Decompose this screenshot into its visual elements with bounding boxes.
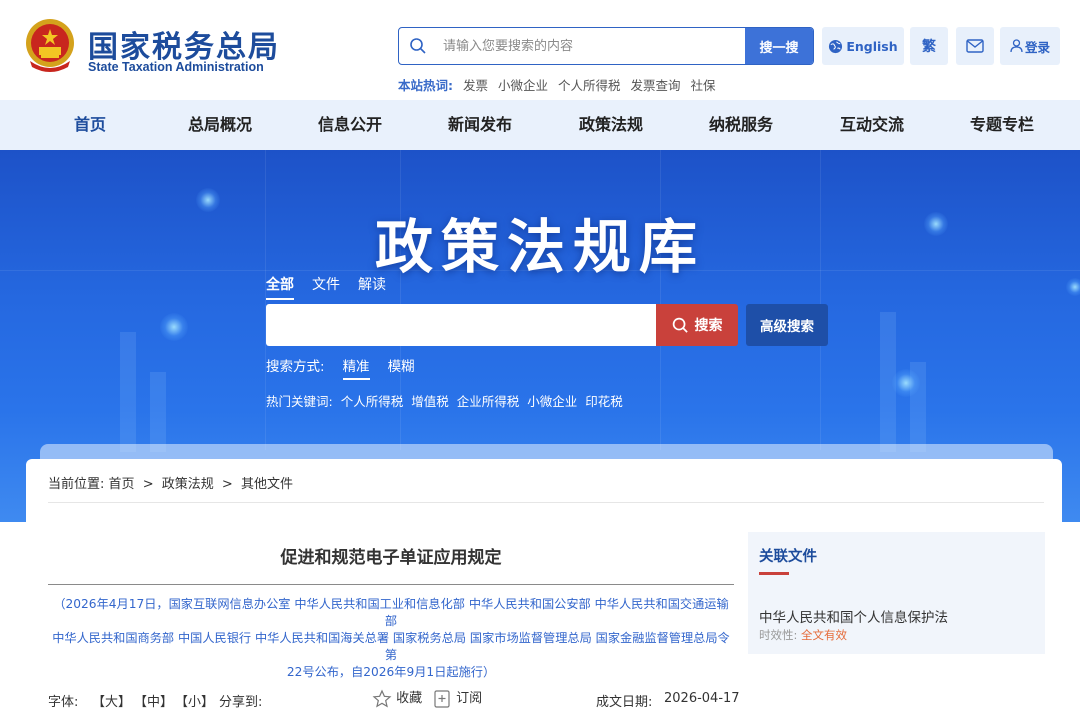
breadcrumb-separator: >	[221, 477, 233, 492]
tab-interpretations[interactable]: 解读	[358, 274, 386, 300]
breadcrumb-separator: >	[142, 477, 154, 492]
banner-decor-line	[660, 150, 661, 450]
hot-word-link[interactable]: 社保	[690, 78, 715, 93]
english-label: English	[846, 38, 898, 54]
nav-item-home[interactable]: 首页	[35, 100, 145, 150]
banner-decor-line	[820, 150, 821, 450]
nav-item-policy[interactable]: 政策法规	[556, 100, 666, 150]
login-button[interactable]: 登录	[1000, 27, 1060, 65]
breadcrumb-policy[interactable]: 政策法规	[162, 477, 214, 492]
banner-tabs: 全部 文件 解读	[266, 274, 386, 300]
mail-icon	[966, 39, 984, 53]
nav-item-tax-service[interactable]: 纳税服务	[686, 100, 796, 150]
tab-documents[interactable]: 文件	[312, 274, 340, 300]
hot-word-link[interactable]: 个人所得税	[558, 78, 621, 93]
hot-keyword-link[interactable]: 个人所得税	[341, 394, 404, 409]
date-label: 成文日期:	[596, 695, 653, 710]
favorite-label: 收藏	[396, 691, 423, 706]
site-search-button[interactable]: 搜一搜	[745, 28, 813, 64]
subscribe-icon	[434, 689, 450, 708]
hot-keyword-link[interactable]: 增值税	[411, 394, 449, 409]
banner-glow	[892, 369, 920, 397]
banner-glow	[160, 313, 188, 341]
english-button[interactable]: English	[822, 27, 904, 65]
nav-item-overview[interactable]: 总局概况	[165, 100, 275, 150]
login-label: 登录	[1024, 39, 1050, 55]
hot-keyword-link[interactable]: 小微企业	[527, 394, 577, 409]
issuance-info-line: 22号公布，自2026年9月1日起施行）	[286, 665, 496, 679]
tab-all[interactable]: 全部	[266, 274, 294, 300]
hot-word-link[interactable]: 发票	[463, 78, 488, 93]
hot-words-label: 本站热词:	[398, 78, 453, 93]
hot-keyword-link[interactable]: 企业所得税	[457, 394, 520, 409]
related-documents-panel: 关联文件 中华人民共和国个人信息保护法 时效性: 全文有效	[748, 532, 1045, 654]
star-icon	[372, 689, 392, 708]
search-icon	[410, 38, 426, 54]
related-document-link[interactable]: 中华人民共和国个人信息保护法	[759, 606, 948, 626]
policy-search-input[interactable]	[266, 304, 656, 346]
related-documents-title: 关联文件	[759, 549, 817, 565]
mail-button[interactable]	[956, 27, 994, 65]
nav-item-info-disclosure[interactable]: 信息公开	[295, 100, 405, 150]
font-size-large[interactable]: 【大】	[92, 691, 131, 710]
font-size-small[interactable]: 【小】	[175, 691, 214, 710]
site-search-input[interactable]	[443, 28, 743, 64]
hot-keyword-link[interactable]: 印花税	[585, 394, 623, 409]
policy-search-label: 搜索	[694, 318, 723, 334]
document-title: 促进和规范电子单证应用规定	[280, 548, 502, 568]
issuance-info-line: 中华人民共和国商务部 中国人民银行 中华人民共和国海关总署 国家税务总局 国家市…	[52, 631, 730, 662]
mode-fuzzy[interactable]: 模糊	[388, 355, 415, 380]
title-underline	[759, 572, 789, 575]
hot-words: 本站热词: 发票 小微企业 个人所得税 发票查询 社保	[398, 75, 716, 94]
document-issuance-info: （2026年4月17日，国家互联网信息办公室 中华人民共和国工业和信息化部 中华…	[48, 596, 734, 681]
document-card: 当前位置: 首页 > 政策法规 > 其他文件 促进和规范电子单证应用规定 （20…	[26, 459, 1062, 716]
site-search: 搜一搜	[398, 27, 814, 65]
hot-keywords: 热门关键词: 个人所得税 增值税 企业所得税 小微企业 印花税	[266, 391, 623, 410]
search-mode: 搜索方式: 精准 模糊	[266, 355, 415, 380]
breadcrumb-home[interactable]: 首页	[109, 477, 135, 492]
favorite-button[interactable]: 收藏	[372, 687, 422, 709]
banner-title: 政策法规库	[374, 213, 705, 281]
subscribe-label: 订阅	[456, 691, 483, 706]
advanced-search-button[interactable]: 高级搜索	[746, 304, 828, 346]
globe-icon	[829, 39, 843, 53]
main-nav: 首页 总局概况 信息公开 新闻发布 政策法规 纳税服务 互动交流 专题专栏	[0, 100, 1080, 150]
date-value: 2026-04-17	[664, 691, 740, 706]
hot-word-link[interactable]: 小微企业	[498, 78, 548, 93]
issuance-info-line: （2026年4月17日，国家互联网信息办公室 中华人民共和国工业和信息化部 中华…	[53, 597, 729, 628]
site-name-en[interactable]: State Taxation Administration	[88, 60, 264, 74]
breadcrumb-divider	[48, 502, 1044, 503]
breadcrumb-label: 当前位置:	[48, 477, 105, 492]
subscribe-button[interactable]: 订阅	[432, 687, 482, 709]
nav-item-news[interactable]: 新闻发布	[425, 100, 535, 150]
banner-decor-bar	[120, 332, 136, 452]
status-label: 时效性:	[759, 628, 798, 642]
policy-search-button[interactable]: 搜索	[656, 304, 738, 346]
hot-keywords-label: 热门关键词:	[266, 394, 333, 409]
breadcrumb-other-docs[interactable]: 其他文件	[241, 477, 293, 492]
traditional-chinese-button[interactable]: 繁	[910, 27, 948, 65]
mode-exact[interactable]: 精准	[342, 355, 370, 380]
font-size-medium[interactable]: 【中】	[134, 691, 173, 710]
traditional-label: 繁	[922, 39, 936, 55]
banner-decor-bar	[150, 372, 166, 452]
related-document-status: 时效性: 全文有效	[759, 627, 847, 643]
hot-word-link[interactable]: 发票查询	[630, 78, 680, 93]
share-label: 分享到:	[219, 695, 263, 710]
national-emblem-icon[interactable]	[24, 17, 76, 75]
nav-item-interaction[interactable]: 互动交流	[817, 100, 927, 150]
user-icon	[1010, 39, 1023, 53]
search-mode-label: 搜索方式:	[266, 359, 325, 375]
search-icon	[672, 317, 688, 333]
status-value: 全文有效	[801, 628, 848, 642]
font-size-label: 字体:	[48, 695, 79, 710]
breadcrumb: 当前位置: 首页 > 政策法规 > 其他文件	[48, 473, 293, 492]
site-header: 国家税务总局 State Taxation Administration 搜一搜…	[0, 0, 1080, 100]
title-rule	[48, 584, 734, 585]
nav-item-special-topics[interactable]: 专题专栏	[947, 100, 1057, 150]
